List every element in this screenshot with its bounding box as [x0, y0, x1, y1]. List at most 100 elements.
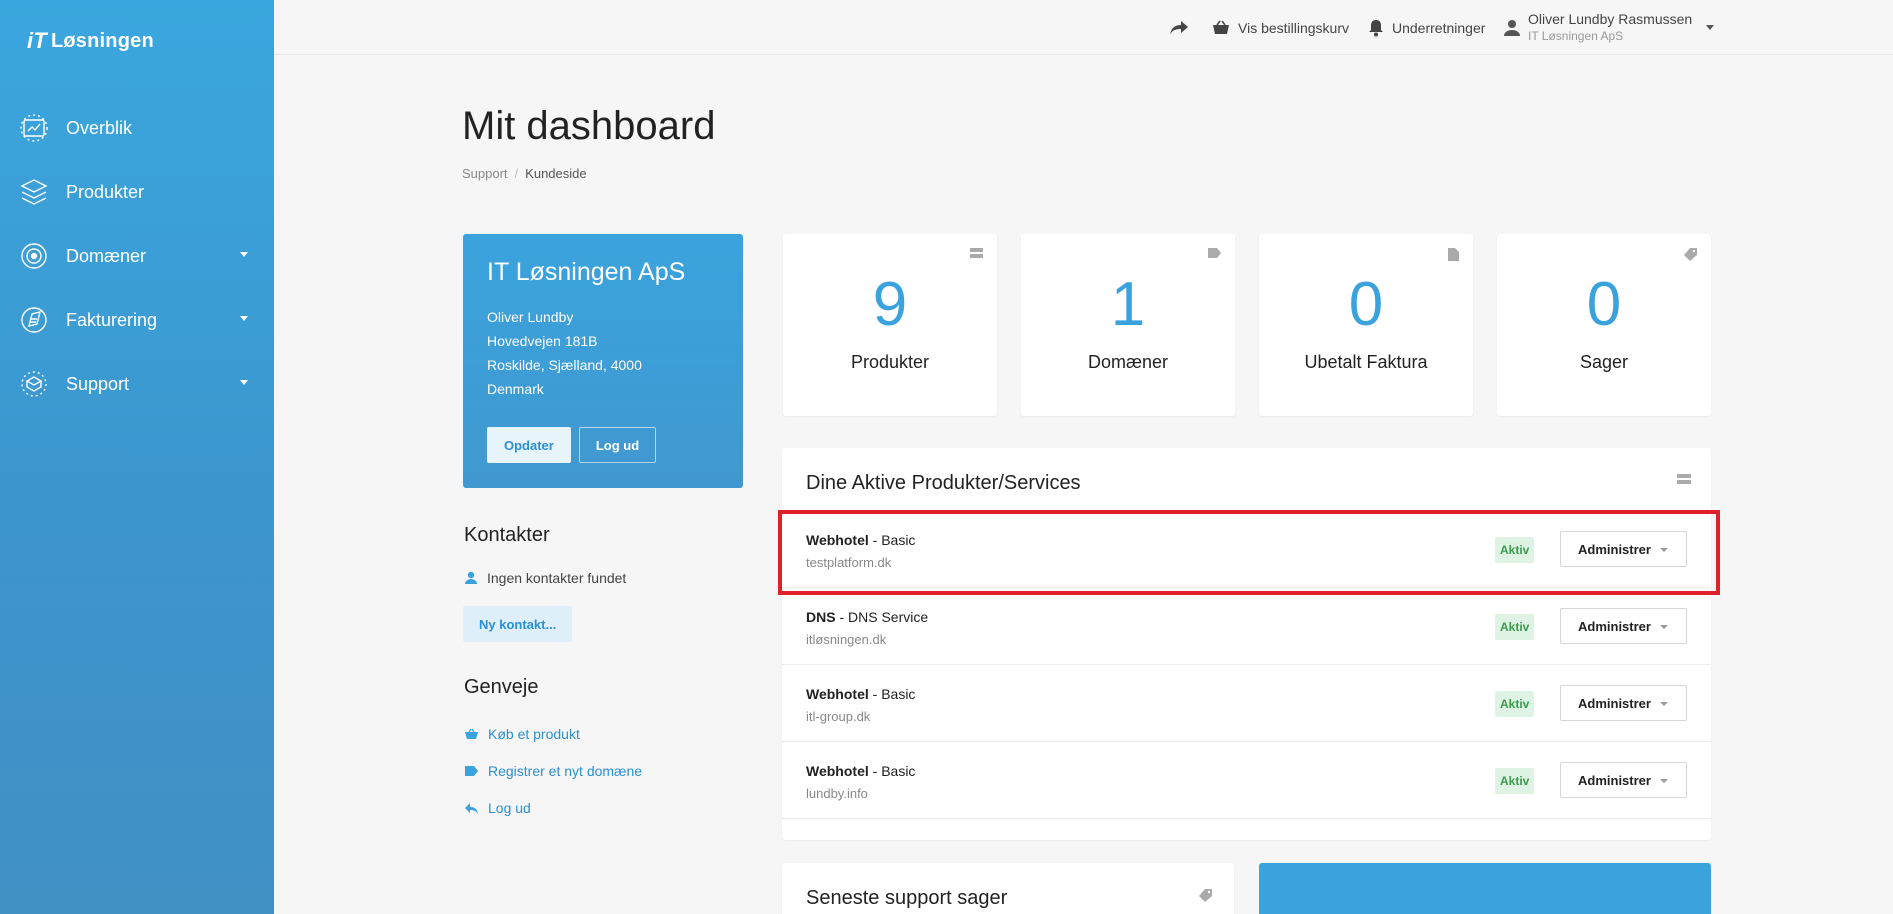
user-menu[interactable]: Oliver Lundby Rasmussen IT Løsningen ApS [1504, 0, 1715, 55]
sidebar-item-domaener[interactable]: Domæner [0, 224, 274, 288]
company-country: Denmark [487, 381, 544, 397]
stat-card-unpaid-invoices[interactable]: 0 Ubetalt Faktura [1259, 234, 1473, 416]
stat-label: Sager [1579, 352, 1629, 372]
manage-label: Administrer [1578, 772, 1651, 788]
manage-button[interactable]: Administrer [1560, 685, 1687, 721]
company-contact: Oliver Lundby [487, 309, 574, 325]
shortcut-logout[interactable]: Log ud [465, 800, 531, 816]
promo-card [1259, 863, 1711, 914]
product-domain: testplatform.dk [806, 555, 892, 570]
update-button[interactable]: Opdater [487, 427, 571, 463]
server-icon [1677, 474, 1691, 484]
breadcrumb-link-support[interactable]: Support [462, 166, 508, 181]
shortcut-label: Log ud [488, 800, 531, 816]
sidebar-item-fakturering[interactable]: Fakturering [0, 288, 274, 352]
product-plan: - DNS Service [835, 609, 929, 625]
panel-footer-divider [782, 818, 1711, 840]
topbar: Vis bestillingskurv Underretninger Olive… [274, 0, 1893, 55]
manage-button[interactable]: Administrer [1560, 762, 1687, 798]
sidebar-item-label: Overblik [66, 117, 133, 138]
sidebar-item-label: Domæner [66, 245, 147, 266]
cart-label: Vis bestillingskurv [1238, 19, 1350, 36]
sidebar-item-label: Fakturering [66, 309, 158, 330]
breadcrumb-separator: / [514, 166, 519, 181]
chevron-down-icon [240, 252, 248, 257]
product-row[interactable]: Webhotel - Basic itl-group.dk Aktiv Admi… [782, 664, 1711, 741]
basket-icon [1213, 20, 1229, 34]
product-name: Webhotel - Basic [806, 686, 915, 702]
user-name: Oliver Lundby Rasmussen [1528, 10, 1693, 27]
cart-link[interactable]: Vis bestillingskurv [1212, 0, 1349, 55]
logout-button[interactable]: Log ud [578, 427, 657, 463]
stat-value: 0 [1586, 270, 1622, 339]
product-row[interactable]: DNS - DNS Service itløsningen.dk Aktiv A… [782, 587, 1711, 664]
user-icon [1504, 19, 1520, 36]
breadcrumb: Support / Kundeside [462, 166, 587, 181]
product-plan: - Basic [868, 532, 916, 548]
product-row[interactable]: Webhotel - Basic testplatform.dk Aktiv A… [782, 510, 1711, 587]
product-plan: - Basic [868, 763, 916, 779]
contacts-empty-text: Ingen kontakter fundet [487, 570, 627, 586]
chevron-down-icon [1660, 702, 1668, 706]
shortcut-register-domain[interactable]: Registrer et nyt domæne [465, 763, 642, 779]
sidebar-item-support[interactable]: Support [0, 352, 274, 416]
manage-button[interactable]: Administrer [1560, 531, 1687, 567]
ticket-icon [1199, 889, 1212, 902]
sidebar-nav: Overblik Produkter Domæner Fakturering S… [0, 96, 274, 416]
status-badge: Aktiv [1495, 537, 1535, 563]
sidebar-item-label: Produkter [66, 181, 145, 202]
company-card: IT Løsningen ApS Oliver Lundby Hovedveje… [463, 234, 743, 488]
brand-name: Løsningen [50, 29, 154, 52]
active-products-panel: Dine Aktive Produkter/Services Webhotel … [782, 448, 1711, 840]
product-domain: itl-group.dk [806, 709, 871, 724]
product-name: Webhotel - Basic [806, 532, 915, 548]
stat-card-tickets[interactable]: 0 Sager [1497, 234, 1711, 416]
company-street: Hovedvejen 181B [487, 333, 598, 349]
stat-card-domains[interactable]: 1 Domæner [1021, 234, 1235, 416]
product-type: DNS [806, 609, 836, 625]
contacts-title: Kontakter [464, 524, 550, 546]
brand-mark: iT [27, 28, 47, 53]
panel-title: Dine Aktive Produkter/Services [806, 472, 1081, 494]
invoice-icon [18, 304, 50, 336]
brand-logo[interactable]: iT Løsningen [27, 28, 154, 54]
shortcut-buy-product[interactable]: Køb et produkt [465, 726, 580, 742]
company-name: IT Løsningen ApS [487, 258, 686, 286]
shortcuts-title: Genveje [464, 676, 539, 698]
stat-label: Ubetalt Faktura [1304, 352, 1428, 372]
chevron-down-icon [1660, 779, 1668, 783]
sidebar-item-overblik[interactable]: Overblik [0, 96, 274, 160]
product-domain: itløsningen.dk [806, 632, 887, 647]
contacts-empty: Ingen kontakter fundet [465, 570, 626, 586]
status-badge: Aktiv [1495, 614, 1535, 640]
new-contact-button[interactable]: Ny kontakt... [463, 606, 573, 642]
notifications-link[interactable]: Underretninger [1368, 0, 1485, 55]
chevron-down-icon [240, 316, 248, 321]
share-icon [1170, 20, 1188, 35]
manage-button[interactable]: Administrer [1560, 608, 1687, 644]
support-title: Seneste support sager [806, 887, 1008, 909]
file-icon [1448, 248, 1459, 261]
product-type: Webhotel [806, 686, 869, 702]
product-plan: - Basic [868, 686, 916, 702]
stat-card-products[interactable]: 9 Produkter [783, 234, 997, 416]
company-actions: Opdater Log ud [487, 427, 657, 463]
stat-value: 9 [872, 270, 908, 339]
stat-value: 0 [1348, 270, 1384, 339]
manage-label: Administrer [1578, 695, 1651, 711]
manage-label: Administrer [1578, 618, 1651, 634]
stat-value: 1 [1110, 270, 1146, 339]
status-badge: Aktiv [1495, 691, 1535, 717]
product-name: DNS - DNS Service [806, 609, 928, 625]
product-row[interactable]: Webhotel - Basic lundby.info Aktiv Admin… [782, 741, 1711, 818]
company-city: Roskilde, Sjælland, 4000 [487, 357, 642, 373]
globe-icon [18, 240, 50, 272]
recent-support-card: Seneste support sager [782, 863, 1234, 914]
chevron-down-icon [240, 380, 248, 385]
ticket-icon [1684, 248, 1697, 261]
bell-icon [1369, 19, 1383, 36]
sidebar-item-produkter[interactable]: Produkter [0, 160, 274, 224]
basket-icon [465, 728, 478, 739]
share-button[interactable] [1169, 0, 1197, 55]
user-company: IT Løsningen ApS [1528, 28, 1624, 43]
